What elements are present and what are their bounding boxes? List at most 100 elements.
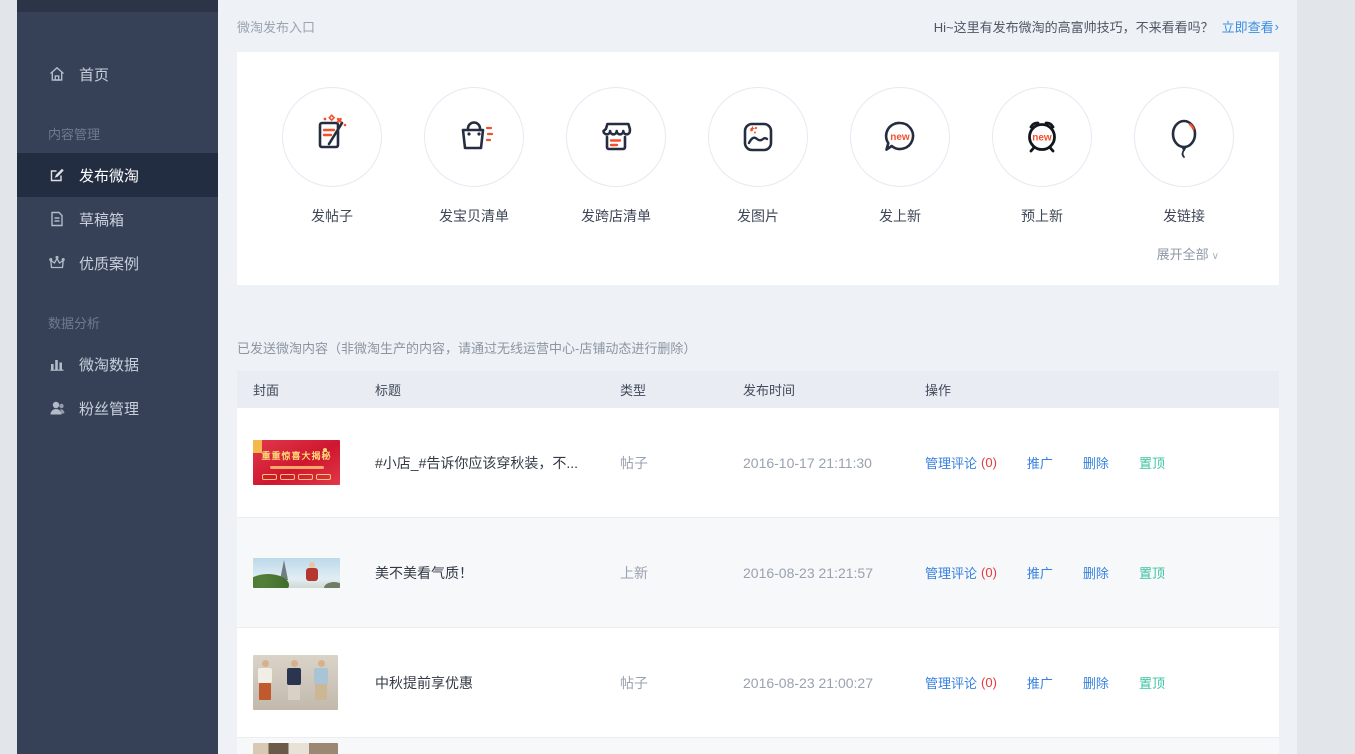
entry-item-list[interactable]: 发宝贝清单 <box>403 87 545 285</box>
promo-banner: Hi~这里有发布微淘的高富帅技巧，不来看看吗？ 立即查看 › <box>934 17 1279 36</box>
svg-text:new: new <box>890 132 910 143</box>
table-row <box>237 738 1279 754</box>
delete-link[interactable]: 删除 <box>1083 453 1109 472</box>
promote-link[interactable]: 推广 <box>1027 453 1053 472</box>
home-icon <box>48 65 66 83</box>
row-title[interactable]: 中秋提前享优惠 <box>375 673 620 693</box>
delete-link[interactable]: 删除 <box>1083 563 1109 582</box>
table-row: 重重惊喜大揭秘 #小店_#告诉你应该穿秋装，不... 帖子 2016-10-17… <box>237 408 1279 518</box>
sidebar-item-label: 微淘数据 <box>79 354 139 375</box>
entry-shop-list[interactable]: 发跨店清单 <box>545 87 687 285</box>
sidebar-top-strip <box>17 0 218 12</box>
row-time: 2016-08-23 21:21:57 <box>743 565 925 581</box>
sidebar-item-quality-cases[interactable]: 优质案例 <box>17 241 218 285</box>
entry-image[interactable]: 发图片 <box>687 87 829 285</box>
table-row: 美不美看气质！ 上新 2016-08-23 21:21:57 管理评论 (0) … <box>237 518 1279 628</box>
entry-label: 发帖子 <box>311 206 353 226</box>
sidebar-item-label: 发布微淘 <box>79 165 139 186</box>
pin-link[interactable]: 置顶 <box>1139 453 1165 472</box>
sidebar-item-weitao-data[interactable]: 微淘数据 <box>17 342 218 386</box>
thumb-person-shape <box>306 568 318 581</box>
sidebar: 首页 内容管理 发布微淘 草稿箱 优质案例 数据分析 <box>17 0 218 754</box>
sidebar-item-label: 草稿箱 <box>79 209 124 230</box>
crown-icon <box>48 254 66 272</box>
comment-count: (0) <box>981 565 997 580</box>
comment-count: (0) <box>981 675 997 690</box>
new-clock-icon: new <box>992 87 1092 187</box>
table-row: 中秋提前享优惠 帖子 2016-08-23 21:00:27 管理评论 (0) … <box>237 628 1279 738</box>
promote-link[interactable]: 推广 <box>1027 563 1053 582</box>
row-cover-thumbnail[interactable] <box>253 558 340 588</box>
sidebar-item-publish-weitao[interactable]: 发布微淘 <box>17 153 218 197</box>
new-bubble-icon: new <box>850 87 950 187</box>
sent-content-title: 已发送微淘内容（非微淘生产的内容，请通过无线运营中心-店铺动态进行删除） <box>237 338 1279 356</box>
publish-entry-card: 发帖子 发宝贝清单 <box>237 52 1279 285</box>
sidebar-item-label: 粉丝管理 <box>79 398 139 419</box>
draft-icon <box>48 210 66 228</box>
main-content: 微淘发布入口 Hi~这里有发布微淘的高富帅技巧，不来看看吗？ 立即查看 › <box>218 0 1297 754</box>
fans-icon <box>48 399 66 417</box>
entry-label: 发跨店清单 <box>581 206 651 226</box>
chevron-down-icon: ∨ <box>1212 251 1219 262</box>
col-header-time: 发布时间 <box>743 380 925 399</box>
comment-count: (0) <box>981 455 997 470</box>
promote-link[interactable]: 推广 <box>1027 673 1053 692</box>
entry-label: 发宝贝清单 <box>439 206 509 226</box>
expand-all-label: 展开全部 <box>1157 247 1209 262</box>
entry-new-arrival[interactable]: new 发上新 <box>829 87 971 285</box>
sidebar-item-home[interactable]: 首页 <box>17 52 218 96</box>
entry-pre-new[interactable]: new 预上新 <box>971 87 1113 285</box>
sidebar-section-content: 内容管理 <box>17 126 218 144</box>
entry-label: 预上新 <box>1021 206 1063 226</box>
thumb-badge <box>253 440 262 453</box>
sidebar-section-data: 数据分析 <box>17 315 218 333</box>
row-cover-thumbnail[interactable]: 重重惊喜大揭秘 <box>253 440 340 485</box>
pin-link[interactable]: 置顶 <box>1139 563 1165 582</box>
entry-label: 发链接 <box>1163 206 1205 226</box>
col-header-type: 类型 <box>620 380 743 399</box>
row-cover-thumbnail[interactable] <box>253 655 338 710</box>
compose-icon <box>48 166 66 184</box>
pin-link[interactable]: 置顶 <box>1139 673 1165 692</box>
row-time: 2016-08-23 21:00:27 <box>743 675 925 691</box>
row-title[interactable]: 美不美看气质！ <box>375 563 620 583</box>
row-title[interactable]: #小店_#告诉你应该穿秋装，不... <box>375 453 620 473</box>
promo-view-now-link[interactable]: 立即查看 <box>1222 17 1274 36</box>
thumb-person-shape <box>309 562 315 568</box>
thumb-person-shape <box>313 660 329 708</box>
row-type: 上新 <box>620 563 743 583</box>
thumb-dot <box>323 448 327 452</box>
entry-post[interactable]: 发帖子 <box>261 87 403 285</box>
sidebar-item-drafts[interactable]: 草稿箱 <box>17 197 218 241</box>
row-cover-thumbnail[interactable] <box>253 743 338 754</box>
delete-link[interactable]: 删除 <box>1083 673 1109 692</box>
sidebar-item-label: 首页 <box>79 64 109 85</box>
thumb-person-shape <box>286 660 302 708</box>
manage-comments-link[interactable]: 管理评论 <box>925 673 977 692</box>
thumb-foliage-shape <box>324 582 340 588</box>
sidebar-item-fans[interactable]: 粉丝管理 <box>17 386 218 430</box>
col-header-cover: 封面 <box>253 380 375 399</box>
manage-comments-link[interactable]: 管理评论 <box>925 453 977 472</box>
thumb-buttons <box>253 474 340 480</box>
row-type: 帖子 <box>620 673 743 693</box>
row-time: 2016-10-17 21:11:30 <box>743 455 925 471</box>
thumb-person-shape <box>257 660 273 708</box>
link-balloon-icon <box>1134 87 1234 187</box>
row-actions: 管理评论 (0) 推广 删除 置顶 <box>925 563 1279 582</box>
topbar: 微淘发布入口 Hi~这里有发布微淘的高富帅技巧，不来看看吗？ 立即查看 › <box>237 0 1279 52</box>
bar-chart-icon <box>48 355 66 373</box>
table-header-row: 封面 标题 类型 发布时间 操作 <box>237 371 1279 408</box>
shop-list-icon <box>566 87 666 187</box>
expand-all-link[interactable]: 展开全部∨ <box>1157 244 1219 263</box>
manage-comments-link[interactable]: 管理评论 <box>925 563 977 582</box>
promo-text: Hi~这里有发布微淘的高富帅技巧，不来看看吗？ <box>934 17 1214 36</box>
image-icon <box>708 87 808 187</box>
post-icon <box>282 87 382 187</box>
sent-content-table: 封面 标题 类型 发布时间 操作 重重惊喜大揭秘 #小店_#告诉你应该穿秋装，不… <box>237 371 1279 754</box>
sidebar-item-label: 优质案例 <box>79 253 139 274</box>
thumb-subline <box>270 466 324 469</box>
entry-label: 发图片 <box>737 206 779 226</box>
page-title: 微淘发布入口 <box>237 17 315 36</box>
svg-text:new: new <box>1032 133 1052 144</box>
